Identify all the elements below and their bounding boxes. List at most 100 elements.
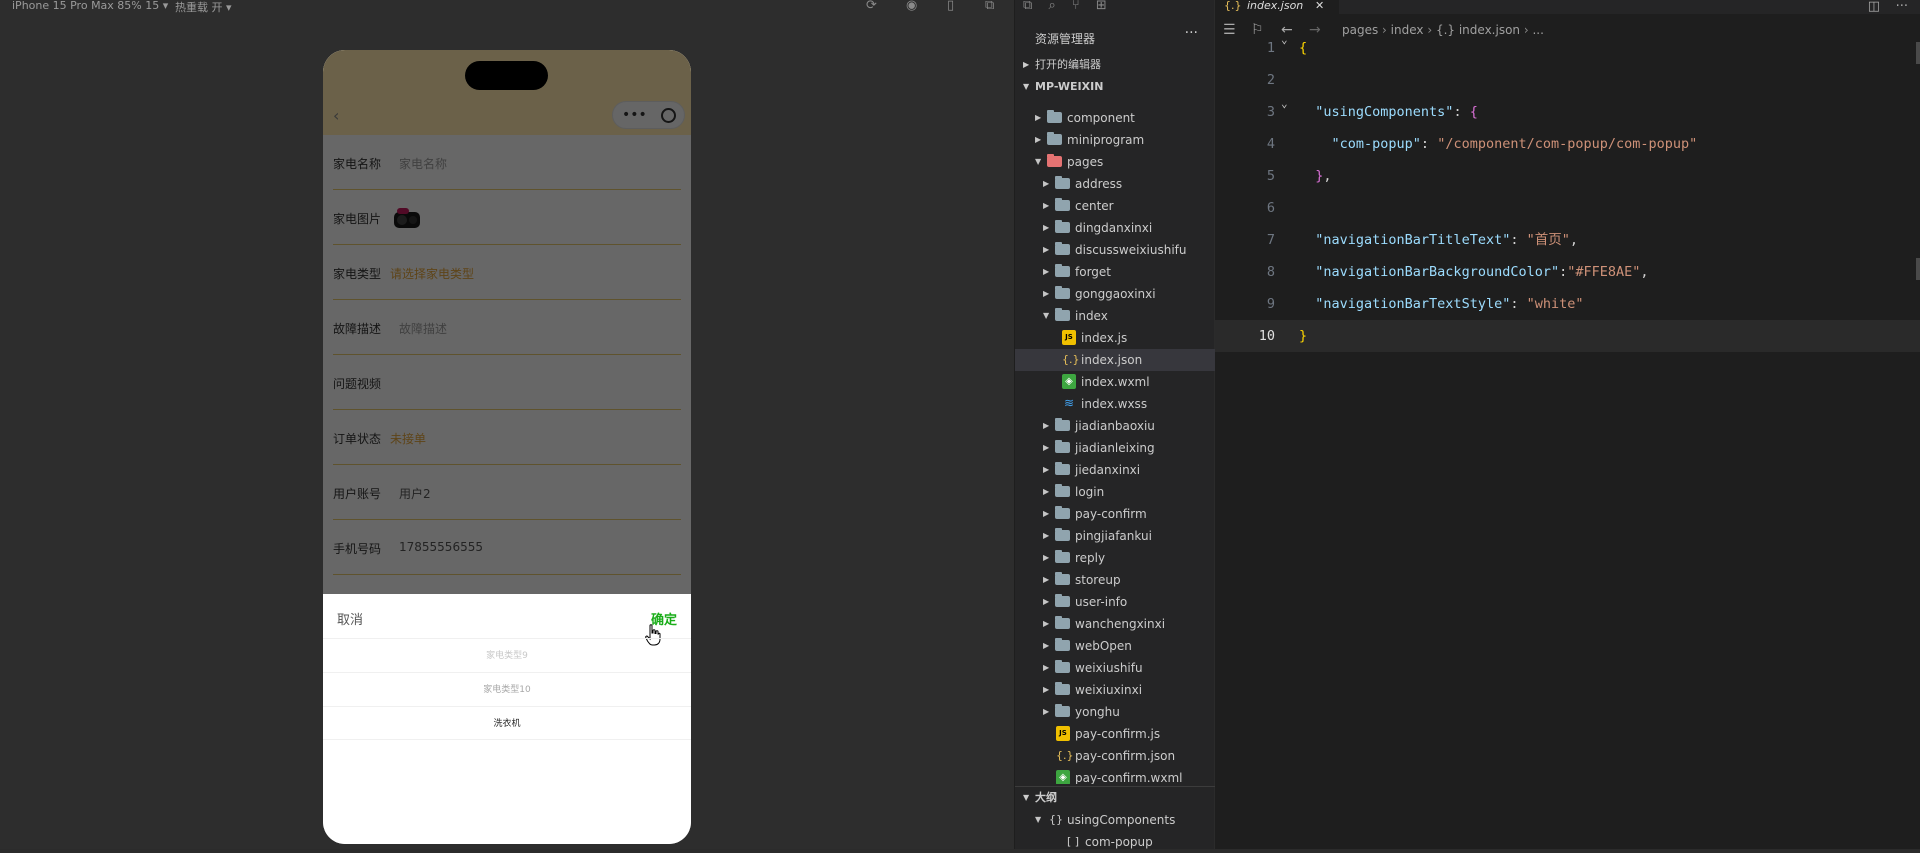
picker-option[interactable]: 洗衣机	[323, 706, 691, 740]
tree-label: index.js	[1081, 331, 1128, 345]
tree-label: pay-confirm	[1075, 507, 1147, 521]
tree-folder[interactable]: ▶ pay-confirm	[1015, 503, 1215, 525]
more-actions-icon[interactable]: ···	[1896, 0, 1908, 14]
folder-icon	[1047, 132, 1062, 145]
code-line[interactable]: 10}	[1215, 320, 1920, 352]
code-line[interactable]: 5 },	[1215, 160, 1920, 192]
tree-folder[interactable]: ▶ weixiushifu	[1015, 657, 1215, 679]
tree-folder[interactable]: ▶ gonggaoxinxi	[1015, 283, 1215, 305]
fold-chevron-icon[interactable]: ⌄	[1281, 88, 1288, 120]
code-text: "navigationBarTextStyle": "white"	[1315, 296, 1584, 312]
tree-folder[interactable]: ▶ miniprogram	[1015, 129, 1215, 151]
tree-folder[interactable]: ▶ pingjiafankui	[1015, 525, 1215, 547]
close-icon[interactable]: ✕	[1315, 0, 1324, 12]
tree-label: storeup	[1075, 573, 1121, 587]
tree-folder[interactable]: ▼ index	[1015, 305, 1215, 327]
code-text: "com-popup": "/component/com-popup/com-p…	[1331, 136, 1698, 152]
tree-file[interactable]: JS pay-confirm.js	[1015, 723, 1215, 745]
tree-file[interactable]: {.} pay-confirm.json	[1015, 745, 1215, 767]
fold-chevron-icon[interactable]: ⌄	[1281, 24, 1288, 56]
outline-header[interactable]: ▼ 大纲	[1015, 787, 1215, 809]
picker-cancel-button[interactable]: 取消	[337, 609, 363, 628]
tree-file[interactable]: {.} index.json	[1015, 349, 1215, 371]
outline-label: usingComponents	[1067, 813, 1176, 827]
tree-folder[interactable]: ▶ address	[1015, 173, 1215, 195]
chevron-right-icon: ▶	[1043, 201, 1050, 210]
code-line[interactable]: 3 ⌄ "usingComponents": {	[1215, 96, 1920, 128]
root-folder-section[interactable]: ▼ MP-WEIXIN	[1015, 76, 1215, 98]
code-line[interactable]: 1 ⌄{	[1215, 32, 1920, 64]
tree-folder[interactable]: ▶ component	[1015, 107, 1215, 129]
picker-mask[interactable]	[323, 50, 691, 594]
files-icon[interactable]: ⧉	[1023, 0, 1032, 13]
chevron-right-icon: ▶	[1043, 575, 1050, 584]
picker-option[interactable]: 家电类型9	[323, 638, 691, 672]
tree-folder[interactable]: ▶ jiadianleixing	[1015, 437, 1215, 459]
tree-label: user-info	[1075, 595, 1128, 609]
tree-folder[interactable]: ▶ login	[1015, 481, 1215, 503]
line-number: 3	[1266, 104, 1275, 120]
wxss-file-icon: ≋	[1063, 396, 1075, 410]
code-line[interactable]: 8 "navigationBarBackgroundColor":"#FFE8A…	[1215, 256, 1920, 288]
refresh-icon[interactable]: ⟳	[866, 0, 877, 13]
tree-label: yonghu	[1075, 705, 1120, 719]
extensions-icon[interactable]: ⊞	[1096, 0, 1107, 13]
tree-folder[interactable]: ▼ pages	[1015, 151, 1215, 173]
hot-reload-select[interactable]: 热重载 开 ▾	[175, 0, 232, 15]
tree-folder[interactable]: ▶ wanchengxinxi	[1015, 613, 1215, 635]
split-editor-icon[interactable]: ◫	[1868, 0, 1880, 14]
tree-folder[interactable]: ▶ weixiuxinxi	[1015, 679, 1215, 701]
outline-item[interactable]: ▼ {} usingComponents	[1015, 809, 1215, 831]
tree-label: pay-confirm.wxml	[1075, 771, 1183, 784]
open-editors-section[interactable]: ▶ 打开的编辑器	[1015, 54, 1215, 76]
picker-option[interactable]: 家电类型10	[323, 672, 691, 706]
search-icon[interactable]: ⌕	[1048, 0, 1055, 13]
more-actions-icon[interactable]: ···	[1185, 25, 1198, 41]
scrollbar[interactable]	[1916, 42, 1920, 64]
outline-item[interactable]: [ ] com-popup	[1015, 831, 1215, 853]
code-line[interactable]: 6	[1215, 192, 1920, 224]
tree-folder[interactable]: ▶ storeup	[1015, 569, 1215, 591]
device-select[interactable]: iPhone 15 Pro Max 85% 15 ▾	[12, 0, 168, 12]
code-line[interactable]: 2	[1215, 64, 1920, 96]
line-number: 2	[1266, 72, 1275, 88]
tree-folder[interactable]: ▶ jiadianbaoxiu	[1015, 415, 1215, 437]
tree-folder[interactable]: ▶ discussweixiushifu	[1015, 239, 1215, 261]
tree-file[interactable]: ◈ index.wxml	[1015, 371, 1215, 393]
tree-label: center	[1075, 199, 1114, 213]
code-line[interactable]: 7 "navigationBarTitleText": "首页",	[1215, 224, 1920, 256]
tree-folder[interactable]: ▶ forget	[1015, 261, 1215, 283]
tree-folder[interactable]: ▶ user-info	[1015, 591, 1215, 613]
tree-file[interactable]: JS index.js	[1015, 327, 1215, 349]
tree-folder[interactable]: ▶ yonghu	[1015, 701, 1215, 723]
type-picker: 取消 确定 家电类型9 家电类型10 洗衣机	[323, 594, 691, 844]
code-text: }	[1299, 328, 1308, 344]
tree-folder[interactable]: ▶ dingdanxinxi	[1015, 217, 1215, 239]
source-control-icon[interactable]: ⑂	[1072, 0, 1080, 13]
phone-icon[interactable]: ▯	[947, 0, 954, 13]
tree-label: wanchengxinxi	[1075, 617, 1166, 631]
tree-file[interactable]: ◈ pay-confirm.wxml	[1015, 767, 1215, 784]
tree-file[interactable]: ≋ index.wxss	[1015, 393, 1215, 415]
tree-label: index.wxss	[1081, 397, 1148, 411]
tree-folder[interactable]: ▶ reply	[1015, 547, 1215, 569]
chevron-down-icon: ▼	[1023, 793, 1030, 802]
code-area[interactable]: 1 ⌄{ 2 3 ⌄ "usingComponents": {4 "com-popup"…	[1215, 33, 1920, 849]
tree-folder[interactable]: ▶ jiedanxinxi	[1015, 459, 1215, 481]
chevron-right-icon: ▶	[1023, 60, 1030, 69]
tree-folder[interactable]: ▶ webOpen	[1015, 635, 1215, 657]
stop-icon[interactable]: ◉	[906, 0, 917, 13]
tab-index-json[interactable]: {.} index.json ✕	[1215, 0, 1339, 14]
code-line[interactable]: 9 "navigationBarTextStyle": "white"	[1215, 288, 1920, 320]
code-line[interactable]: 4 "com-popup": "/component/com-popup/com…	[1215, 128, 1920, 160]
window-icon[interactable]: ⧉	[985, 0, 994, 13]
folder-icon	[1055, 176, 1070, 189]
tree-label: discussweixiushifu	[1075, 243, 1187, 257]
tree-folder[interactable]: ▶ center	[1015, 195, 1215, 217]
folder-icon	[1055, 308, 1070, 321]
explorer-title: 资源管理器	[1035, 32, 1096, 46]
chevron-down-icon: ▼	[1035, 815, 1042, 824]
folder-icon	[1055, 242, 1070, 255]
chevron-right-icon: ▶	[1043, 223, 1050, 232]
chevron-right-icon: ▶	[1043, 619, 1050, 628]
